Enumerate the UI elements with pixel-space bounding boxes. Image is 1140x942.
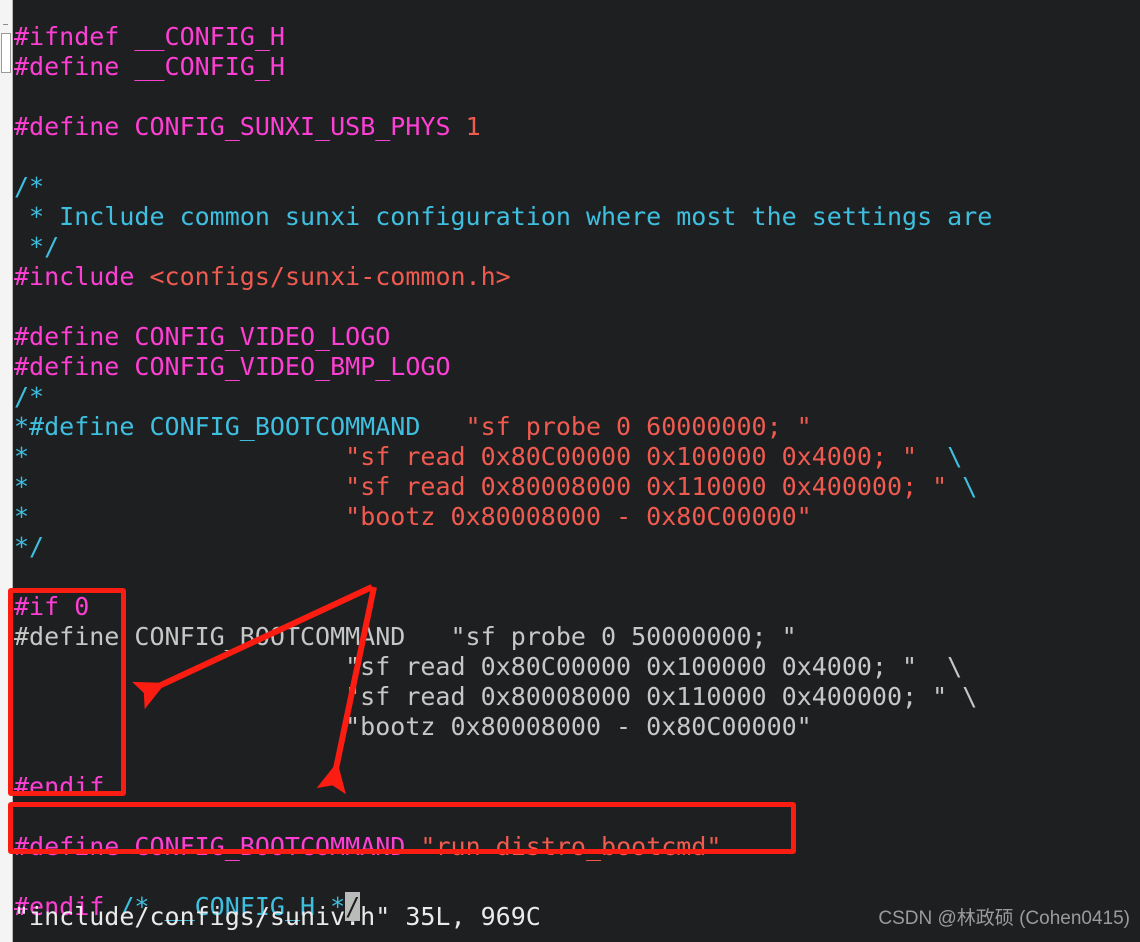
code-token: CONFIG_BOOTCOMMAND	[134, 832, 406, 861]
code-token: CONFIG_SUNXI_USB_PHYS	[134, 112, 451, 141]
code-line[interactable]: #include <configs/sunxi-common.h>	[14, 262, 1140, 292]
code-line[interactable]: "bootz 0x80008000 - 0x80C00000"	[14, 712, 1140, 742]
code-line[interactable]: #endif	[14, 772, 1140, 802]
code-line[interactable]: *#define CONFIG_BOOTCOMMAND "sf probe 0 …	[14, 412, 1140, 442]
code-token: *#define CONFIG_BOOTCOMMAND	[14, 412, 466, 441]
code-line[interactable]: #define CONFIG_VIDEO_LOGO	[14, 322, 1140, 352]
code-line[interactable]	[14, 802, 1140, 832]
code-token: *	[14, 502, 346, 531]
code-line[interactable]	[14, 742, 1140, 772]
code-token: "sf read 0x80008000 0x110000 0x400000; "…	[14, 682, 978, 711]
code-line[interactable]: "sf read 0x80C00000 0x100000 0x4000; " \	[14, 652, 1140, 682]
code-token: #define CONFIG_BOOTCOMMAND "sf probe 0 5…	[14, 622, 797, 651]
code-line[interactable]: * "bootz 0x80008000 - 0x80C00000"	[14, 502, 1140, 532]
code-token: "sf read 0x80008000 0x110000 0x400000; "	[345, 472, 948, 501]
code-line[interactable]: #ifndef __CONFIG_H	[14, 22, 1140, 52]
code-token: "sf read 0x80C00000 0x100000 0x4000; " \	[14, 652, 963, 681]
scrollbar-tick	[3, 24, 8, 25]
code-token: "bootz 0x80008000 - 0x80C00000"	[14, 712, 812, 741]
code-token: "bootz 0x80008000 - 0x80C00000"	[345, 502, 812, 531]
code-token: #define	[14, 112, 120, 141]
code-token: CONFIG_VIDEO_BMP_LOGO	[134, 352, 451, 381]
code-token: #include	[14, 262, 135, 291]
code-token: */	[14, 232, 60, 261]
code-token: 1	[465, 112, 481, 141]
code-token: /*	[14, 382, 45, 411]
code-line[interactable]: * "sf read 0x80008000 0x110000 0x400000;…	[14, 472, 1140, 502]
code-token: *	[14, 442, 346, 471]
code-token: __CONFIG_H	[134, 22, 285, 51]
terminal-screen: #ifndef __CONFIG_H #define __CONFIG_H #de…	[0, 0, 1140, 942]
code-token: #if	[14, 592, 60, 621]
window-scrollbar[interactable]	[0, 0, 13, 942]
code-token: "run distro_bootcmd"	[420, 832, 722, 861]
code-line[interactable]	[14, 82, 1140, 112]
code-line[interactable]: * "sf read 0x80C00000 0x100000 0x4000; "…	[14, 442, 1140, 472]
code-token: \	[947, 472, 978, 501]
code-token: 0	[74, 592, 90, 621]
code-token: #define	[14, 832, 120, 861]
code-token: /*	[14, 172, 45, 201]
code-token: CONFIG_VIDEO_LOGO	[134, 322, 391, 351]
code-line[interactable]: * Include common sunxi configuration whe…	[14, 202, 1140, 232]
code-line[interactable]: #if 0	[14, 592, 1140, 622]
code-token: *	[14, 472, 346, 501]
code-token: #ifndef	[14, 22, 120, 51]
code-line[interactable]	[14, 862, 1140, 892]
code-line[interactable]: */	[14, 232, 1140, 262]
code-token: "sf probe 0 60000000; "	[465, 412, 812, 441]
code-token: #endif	[14, 772, 105, 801]
code-line[interactable]	[14, 292, 1140, 322]
code-token: "sf read 0x80C00000 0x100000 0x4000; "	[345, 442, 918, 471]
code-line[interactable]: "sf read 0x80008000 0x110000 0x400000; "…	[14, 682, 1140, 712]
code-line[interactable]: /*	[14, 382, 1140, 412]
code-token: #define	[14, 52, 120, 81]
code-token: <configs/sunxi-common.h>	[149, 262, 511, 291]
code-line[interactable]: /*	[14, 172, 1140, 202]
csdn-watermark: CSDN @林政硕 (Cohen0415)	[878, 908, 1130, 929]
code-token: #define	[14, 352, 120, 381]
code-token: __CONFIG_H	[134, 52, 285, 81]
code-token: */	[14, 532, 45, 561]
code-line[interactable]: #define CONFIG_BOOTCOMMAND "run distro_b…	[14, 832, 1140, 862]
code-token: #define	[14, 322, 120, 351]
code-token: * Include common sunxi configuration whe…	[14, 202, 993, 231]
code-line[interactable]: */	[14, 532, 1140, 562]
code-line[interactable]: #define CONFIG_BOOTCOMMAND "sf probe 0 5…	[14, 622, 1140, 652]
code-buffer[interactable]: #ifndef __CONFIG_H #define __CONFIG_H #de…	[14, 0, 1140, 942]
code-line[interactable]: #define __CONFIG_H	[14, 52, 1140, 82]
scrollbar-thumb[interactable]	[1, 33, 11, 73]
code-line[interactable]	[14, 142, 1140, 172]
code-line[interactable]: #define CONFIG_VIDEO_BMP_LOGO	[14, 352, 1140, 382]
status-line: "include/configs/suniv.h" 35L, 969C	[14, 902, 541, 931]
code-token: \	[917, 442, 963, 471]
code-line[interactable]: #define CONFIG_SUNXI_USB_PHYS 1	[14, 112, 1140, 142]
code-line[interactable]	[14, 562, 1140, 592]
